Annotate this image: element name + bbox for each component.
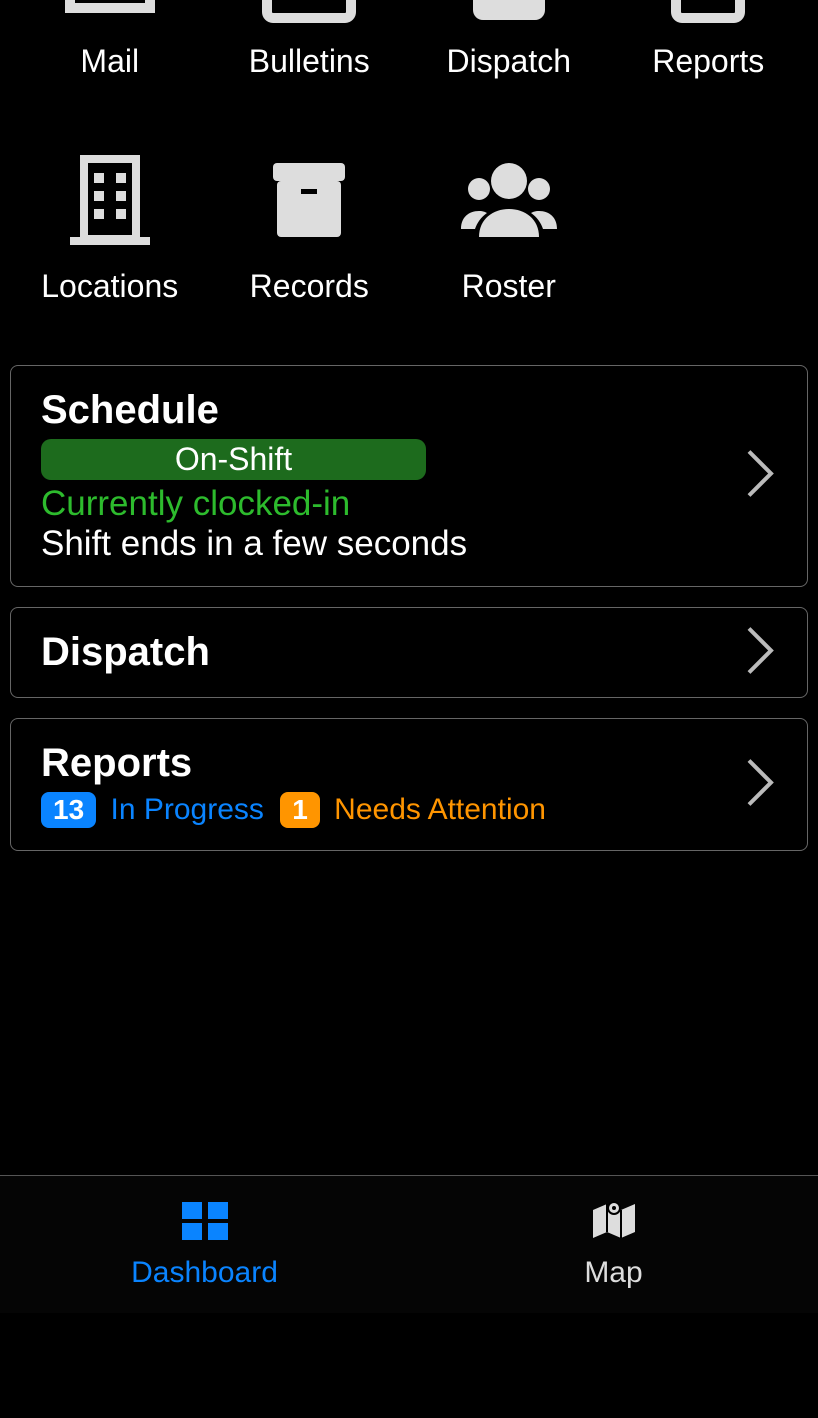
tile-records-label: Records	[250, 268, 369, 305]
schedule-sub-line: Shift ends in a few seconds	[41, 524, 777, 564]
tile-bulletins-label: Bulletins	[249, 43, 370, 80]
bottom-nav: Dashboard Map	[0, 1175, 818, 1313]
dashboard-icon	[178, 1200, 232, 1250]
tile-dispatch[interactable]: Dispatch	[409, 0, 609, 80]
reports-icon	[658, 0, 758, 31]
tile-roster-label: Roster	[462, 268, 556, 305]
schedule-title: Schedule	[41, 388, 777, 433]
dispatch-card[interactable]: Dispatch	[10, 607, 808, 698]
tile-reports-label: Reports	[652, 43, 764, 80]
tile-reports[interactable]: Reports	[609, 0, 809, 80]
tile-locations[interactable]: Locations	[10, 120, 210, 305]
reports-card[interactable]: Reports 13 In Progress 1 Needs Attention	[10, 718, 808, 851]
app-tiles-row-2: Locations Records Roster	[0, 120, 818, 305]
schedule-status-pill: On-Shift	[41, 439, 426, 480]
in-progress-label: In Progress	[111, 793, 264, 826]
nav-map-label: Map	[584, 1256, 642, 1290]
app-tiles-row-1: Mail Bulletins Dispatch Reports	[0, 0, 818, 80]
bulletins-icon	[259, 0, 359, 31]
tile-dispatch-label: Dispatch	[447, 43, 572, 80]
nav-map[interactable]: Map	[409, 1176, 818, 1313]
cards-section: Schedule On-Shift Currently clocked-in S…	[0, 365, 818, 851]
reports-title: Reports	[41, 741, 777, 786]
chevron-right-icon	[743, 622, 779, 683]
reports-badges: 13 In Progress 1 Needs Attention	[41, 792, 777, 828]
dispatch-title: Dispatch	[41, 630, 777, 675]
dispatch-icon	[459, 0, 559, 31]
needs-attention-badge: 1	[280, 792, 320, 828]
chevron-right-icon	[743, 754, 779, 815]
tile-locations-label: Locations	[41, 268, 178, 305]
schedule-card[interactable]: Schedule On-Shift Currently clocked-in S…	[10, 365, 808, 587]
tile-mail-label: Mail	[80, 43, 139, 80]
schedule-status-line: Currently clocked-in	[41, 484, 777, 524]
nav-dashboard-label: Dashboard	[131, 1256, 278, 1290]
tile-roster[interactable]: Roster	[409, 120, 609, 305]
in-progress-badge: 13	[41, 792, 96, 828]
nav-dashboard[interactable]: Dashboard	[0, 1176, 409, 1313]
records-icon	[259, 151, 359, 256]
map-icon	[587, 1200, 641, 1250]
tile-bulletins[interactable]: Bulletins	[210, 0, 410, 80]
needs-attention-label: Needs Attention	[334, 793, 546, 826]
chevron-right-icon	[743, 446, 779, 507]
roster-icon	[459, 151, 559, 256]
tile-records[interactable]: Records	[210, 120, 410, 305]
mail-icon	[60, 0, 160, 31]
tile-mail[interactable]: Mail	[10, 0, 210, 80]
locations-icon	[60, 151, 160, 256]
